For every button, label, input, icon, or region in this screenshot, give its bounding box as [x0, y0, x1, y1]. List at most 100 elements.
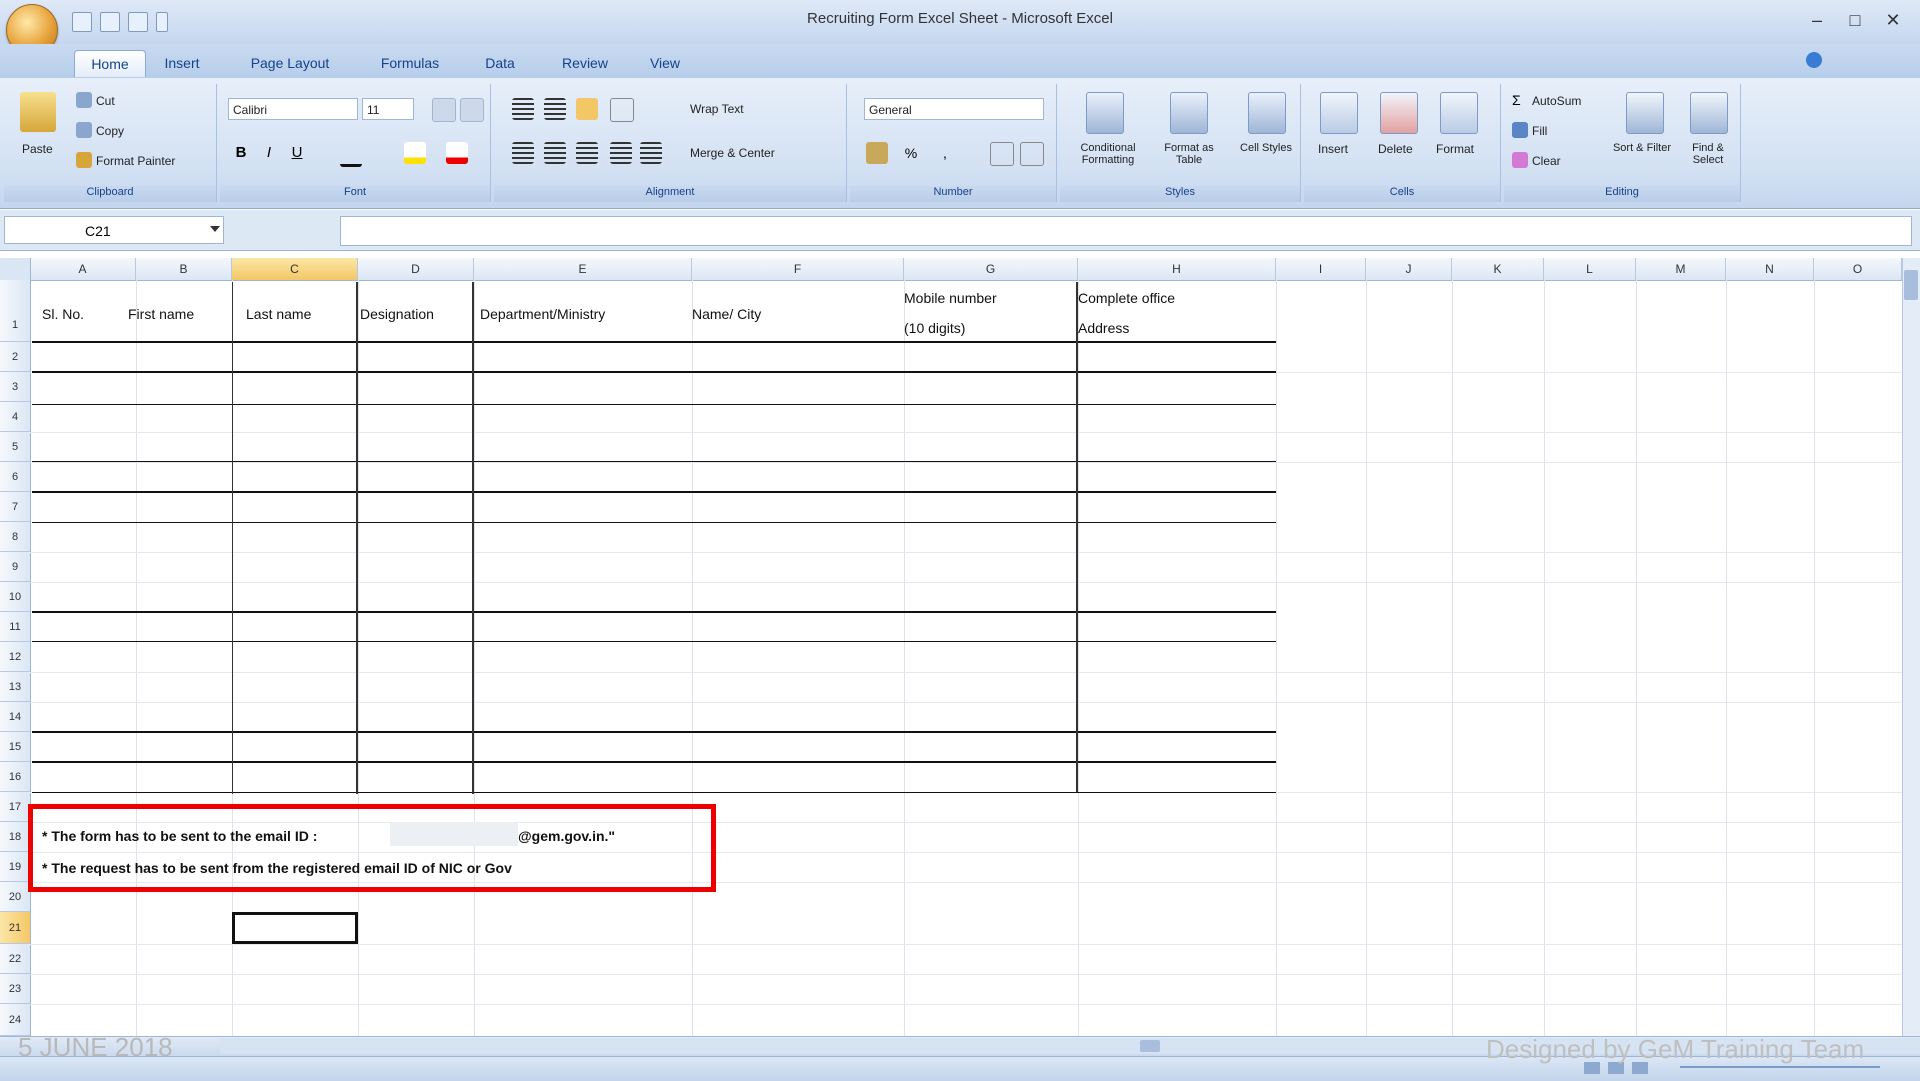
- comma-icon[interactable]: ,: [934, 142, 956, 164]
- cell-styles-icon[interactable]: [1248, 92, 1286, 134]
- row-header-21[interactable]: 21: [0, 912, 30, 944]
- number-format-select[interactable]: General: [864, 98, 1044, 120]
- header-mobile[interactable]: Mobile number: [904, 290, 997, 306]
- clear-icon[interactable]: [1512, 152, 1528, 168]
- vertical-scrollbar[interactable]: [1902, 258, 1920, 1036]
- paste-icon[interactable]: [20, 92, 56, 132]
- orientation-icon[interactable]: [610, 98, 634, 122]
- sort-filter-label[interactable]: Sort & Filter: [1612, 142, 1672, 154]
- header-name-city[interactable]: Name/ City: [692, 306, 761, 322]
- row-header-18[interactable]: 18: [0, 822, 30, 852]
- column-header-d[interactable]: D: [358, 258, 474, 280]
- insert-cells-label[interactable]: Insert: [1318, 142, 1348, 156]
- format-cells-icon[interactable]: [1440, 92, 1478, 134]
- find-select-label[interactable]: Find & Select: [1678, 142, 1738, 166]
- fill-color-icon[interactable]: [404, 142, 426, 164]
- copy-label[interactable]: Copy: [96, 124, 124, 138]
- format-painter-label[interactable]: Format Painter: [96, 154, 175, 168]
- bold-icon[interactable]: B: [230, 142, 252, 164]
- wrap-text-button[interactable]: Wrap Text: [690, 102, 744, 116]
- percent-icon[interactable]: %: [900, 142, 922, 164]
- cell-styles-label[interactable]: Cell Styles: [1236, 142, 1296, 154]
- column-header-h[interactable]: H: [1078, 258, 1276, 280]
- row-header-13[interactable]: 13: [0, 672, 30, 702]
- column-header-b[interactable]: B: [136, 258, 232, 280]
- row-header-20[interactable]: 20: [0, 882, 30, 912]
- maximize-button[interactable]: □: [1838, 6, 1872, 34]
- header-first-name[interactable]: First name: [128, 306, 194, 322]
- column-header-f[interactable]: F: [692, 258, 904, 280]
- insert-function-icon[interactable]: [234, 218, 334, 242]
- fill-label[interactable]: Fill: [1532, 124, 1547, 138]
- customize-qat-icon[interactable]: [156, 12, 168, 32]
- header-designation[interactable]: Designation: [360, 306, 434, 322]
- format-as-table-label[interactable]: Format as Table: [1156, 142, 1222, 166]
- row-header-17[interactable]: 17: [0, 792, 30, 822]
- align-right-icon[interactable]: [576, 142, 598, 164]
- row-header-2[interactable]: 2: [0, 342, 30, 372]
- tab-page-layout[interactable]: Page Layout: [240, 50, 340, 76]
- row-header-14[interactable]: 14: [0, 702, 30, 732]
- instruction-line-2[interactable]: * The request has to be sent from the re…: [42, 860, 512, 876]
- italic-icon[interactable]: I: [258, 142, 280, 164]
- row-header-22[interactable]: 22: [0, 944, 30, 974]
- grow-font-icon[interactable]: [432, 98, 456, 122]
- header-mobile-sub[interactable]: (10 digits): [904, 320, 965, 336]
- select-all-button[interactable]: [0, 258, 31, 280]
- format-as-table-icon[interactable]: [1170, 92, 1208, 134]
- cut-label[interactable]: Cut: [96, 94, 115, 108]
- column-header-e[interactable]: E: [474, 258, 692, 280]
- delete-cells-icon[interactable]: [1380, 92, 1418, 134]
- row-header-23[interactable]: 23: [0, 974, 30, 1004]
- column-header-o[interactable]: O: [1814, 258, 1902, 280]
- row-header-1[interactable]: 1: [0, 280, 30, 342]
- row-header-16[interactable]: 16: [0, 762, 30, 792]
- row-header-15[interactable]: 15: [0, 732, 30, 762]
- column-header-n[interactable]: N: [1726, 258, 1814, 280]
- instruction-line-1a[interactable]: * The form has to be sent to the email I…: [42, 828, 317, 844]
- column-header-g[interactable]: G: [904, 258, 1078, 280]
- delete-cells-label[interactable]: Delete: [1378, 142, 1413, 156]
- horizontal-scroll-thumb[interactable]: [1140, 1040, 1160, 1052]
- close-button[interactable]: ✕: [1876, 6, 1910, 34]
- row-header-11[interactable]: 11: [0, 612, 30, 642]
- increase-indent-icon[interactable]: [640, 142, 662, 164]
- row-header-7[interactable]: 7: [0, 492, 30, 522]
- column-header-k[interactable]: K: [1452, 258, 1544, 280]
- row-header-3[interactable]: 3: [0, 372, 30, 402]
- header-office-address[interactable]: Complete office: [1078, 290, 1175, 306]
- underline-icon[interactable]: U: [286, 142, 308, 164]
- format-cells-label[interactable]: Format: [1436, 142, 1474, 156]
- sort-filter-icon[interactable]: [1626, 92, 1664, 134]
- column-header-c[interactable]: C: [232, 258, 358, 280]
- row-header-19[interactable]: 19: [0, 852, 30, 882]
- row-header-10[interactable]: 10: [0, 582, 30, 612]
- increase-decimal-icon[interactable]: [990, 142, 1014, 166]
- name-box-dropdown-icon[interactable]: [210, 226, 220, 232]
- conditional-formatting-label[interactable]: Conditional Formatting: [1066, 142, 1150, 166]
- borders-icon[interactable]: [340, 142, 362, 167]
- paste-label[interactable]: Paste: [22, 142, 53, 156]
- undo-icon[interactable]: [100, 12, 120, 32]
- instruction-line-1b[interactable]: @gem.gov.in.": [518, 828, 615, 844]
- header-department[interactable]: Department/Ministry: [480, 306, 605, 322]
- tab-view[interactable]: View: [640, 50, 690, 76]
- tab-formulas[interactable]: Formulas: [370, 50, 450, 76]
- cut-icon[interactable]: [76, 92, 92, 108]
- tab-data[interactable]: Data: [475, 50, 525, 76]
- tab-insert[interactable]: Insert: [152, 50, 212, 76]
- save-icon[interactable]: [72, 12, 92, 32]
- minimize-button[interactable]: –: [1800, 6, 1834, 34]
- merge-center-button[interactable]: Merge & Center: [690, 146, 775, 160]
- autosum-icon[interactable]: Σ: [1512, 92, 1528, 108]
- tab-home[interactable]: Home: [74, 50, 146, 77]
- font-color-icon[interactable]: [446, 142, 468, 164]
- zoom-slider[interactable]: [1680, 1066, 1880, 1068]
- copy-icon[interactable]: [76, 122, 92, 138]
- decrease-indent-icon[interactable]: [610, 142, 632, 164]
- row-header-8[interactable]: 8: [0, 522, 30, 552]
- active-cell-c21[interactable]: [232, 912, 358, 944]
- row-header-12[interactable]: 12: [0, 642, 30, 672]
- align-middle-icon[interactable]: [544, 98, 566, 120]
- row-header-5[interactable]: 5: [0, 432, 30, 462]
